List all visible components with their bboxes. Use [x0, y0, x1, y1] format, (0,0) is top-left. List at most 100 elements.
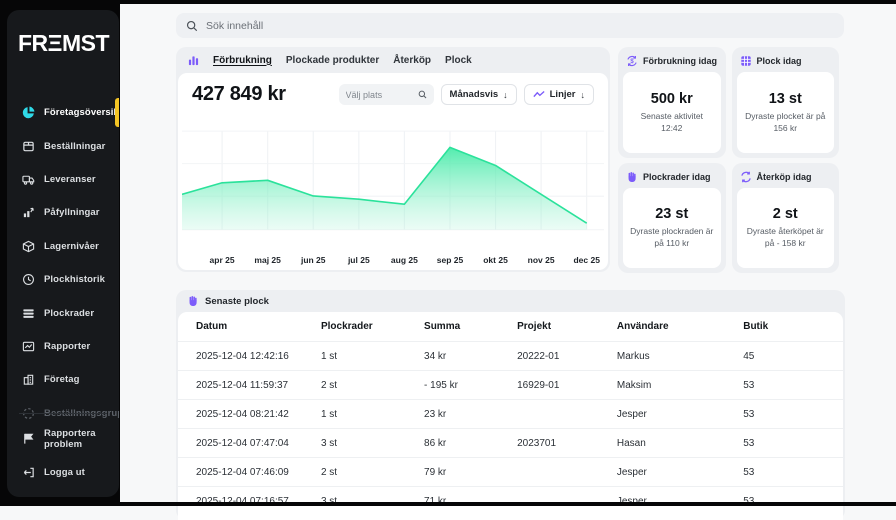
sidebar-item-pafyllningar[interactable]: Påfyllningar	[7, 196, 119, 229]
sidebar-item-rapporter[interactable]: Rapporter	[7, 330, 119, 363]
table-row[interactable]: 2025-12-04 08:21:42 1 st 23 kr Jesper 53	[178, 400, 843, 429]
cube-icon	[22, 240, 35, 253]
tab-plock[interactable]: Plock	[445, 55, 472, 66]
active-indicator	[115, 98, 119, 127]
period-dropdown[interactable]: Månadsvis ↓	[441, 84, 517, 105]
sidebar-item-label: Beställningar	[44, 141, 105, 152]
col-header-summa: Summa	[424, 312, 517, 342]
sidebar-divider	[19, 413, 107, 414]
sidebar-item-label: Plockrader	[44, 308, 94, 319]
cell-plockrader: 1 st	[321, 342, 424, 371]
refill-chart-icon	[22, 206, 35, 219]
col-header-datum: Datum	[178, 312, 321, 342]
logout-icon	[22, 466, 35, 479]
sidebar-item-label: Leveranser	[44, 174, 96, 185]
table-row[interactable]: 2025-12-04 11:59:37 2 st - 195 kr 16929-…	[178, 371, 843, 400]
sidebar-item-foretag[interactable]: Företag	[7, 363, 119, 396]
cell-plockrader: 2 st	[321, 371, 424, 400]
table-row[interactable]: 2025-12-04 12:42:16 1 st 34 kr 20222-01 …	[178, 342, 843, 371]
sidebar-item-label: Lagernivåer	[44, 241, 99, 252]
table-row[interactable]: 2025-12-04 07:46:09 2 st 79 kr Jesper 53	[178, 458, 843, 487]
refresh-icon	[740, 171, 752, 183]
stat-card-aterkop-idag: Återköp idag 2 st Dyraste återköpet är p…	[732, 163, 840, 273]
stat-card-body: 500 kr Senaste aktivitet 12:42	[623, 72, 721, 153]
col-header-projekt: Projekt	[517, 312, 617, 342]
currency-cycle-icon: $	[626, 55, 638, 67]
stat-value: 13 st	[769, 91, 802, 107]
stat-card-body: 13 st Dyraste plocket är på 156 kr	[737, 72, 835, 153]
chevron-down-icon: ↓	[503, 90, 508, 100]
cell-projekt: 16929-01	[517, 371, 617, 400]
tab-aterkop[interactable]: Återköp	[393, 55, 431, 66]
sidebar-item-rapportera-problem[interactable]: Rapportera problem	[7, 422, 119, 455]
cell-butik: 45	[743, 342, 843, 371]
table-row[interactable]: 2025-12-04 07:47:04 3 st 86 kr 2023701 H…	[178, 429, 843, 458]
cell-projekt	[517, 458, 617, 487]
cell-butik: 53	[743, 429, 843, 458]
report-chart-icon	[22, 340, 35, 353]
sidebar-item-foretagsoversikt[interactable]: Företagsöversikt	[7, 96, 119, 129]
cell-plockrader: 3 st	[321, 487, 424, 516]
tab-plockade-produkter[interactable]: Plockade produkter	[286, 55, 379, 66]
plats-input[interactable]	[346, 90, 414, 100]
sidebar-item-lagernivaer[interactable]: Lagernivåer	[7, 230, 119, 263]
building-icon	[22, 373, 35, 386]
sidebar-item-label: Rapporter	[44, 341, 90, 352]
x-axis-label: apr 25	[210, 255, 235, 265]
plats-filter	[339, 84, 434, 105]
sidebar-item-leveranser[interactable]: Leveranser	[7, 163, 119, 196]
cell-anvandare: Jesper	[617, 458, 743, 487]
sidebar-item-logga-ut[interactable]: Logga ut	[7, 456, 119, 489]
svg-text:$: $	[630, 59, 634, 65]
line-chart-icon	[533, 90, 545, 99]
stat-card-title: Plockrader idag	[643, 172, 711, 182]
cell-projekt: 20222-01	[517, 342, 617, 371]
stat-subtitle: Senaste aktivitet 12:42	[630, 111, 714, 135]
x-axis-label: dec 25	[573, 255, 599, 265]
order-box-icon	[22, 140, 35, 153]
consumption-area-chart	[182, 125, 604, 245]
sidebar-item-bestallningar[interactable]: Beställningar	[7, 129, 119, 162]
area-chart-svg	[182, 125, 604, 245]
history-clock-icon	[22, 273, 35, 286]
period-dropdown-label: Månadsvis	[450, 89, 499, 100]
chart-tabs: Förbrukning Plockade produkter Återköp P…	[176, 47, 610, 73]
sidebar-item-plockhistorik[interactable]: Plockhistorik	[7, 263, 119, 296]
x-axis-label: nov 25	[528, 255, 555, 265]
cell-anvandare: Hasan	[617, 429, 743, 458]
sidebar-item-label: Påfyllningar	[44, 207, 100, 218]
sidebar-item-label: Plockhistorik	[44, 274, 105, 285]
cell-summa: 34 kr	[424, 342, 517, 371]
col-header-butik: Butik	[743, 312, 843, 342]
col-header-plockrader: Plockrader	[321, 312, 424, 342]
style-dropdown[interactable]: Linjer ↓	[524, 84, 594, 105]
stat-value: 23 st	[655, 206, 688, 222]
senaste-plock-section: Senaste plock Datum Plockrader Summa Pro…	[176, 290, 845, 520]
cell-datum: 2025-12-04 07:46:09	[178, 458, 321, 487]
stat-subtitle: Dyraste plockraden är på 110 kr	[630, 226, 714, 250]
stat-card-body: 23 st Dyraste plockraden är på 110 kr	[623, 188, 721, 268]
cell-plockrader: 1 st	[321, 400, 424, 429]
hand-icon	[626, 171, 638, 183]
stat-card-body: 2 st Dyraste återköpet är på - 158 kr	[737, 188, 835, 268]
sidebar-item-plockrader[interactable]: Plockrader	[7, 296, 119, 329]
cell-datum: 2025-12-04 12:42:16	[178, 342, 321, 371]
tab-forbrukning[interactable]: Förbrukning	[213, 55, 272, 66]
sidebar-panel: FRΞMST Företagsöversikt Beställningar L	[7, 10, 119, 497]
search-input[interactable]	[206, 20, 834, 32]
cell-summa: 71 kr	[424, 487, 517, 516]
sidebar-item-label: Företagsöversikt	[44, 107, 119, 118]
cell-anvandare: Markus	[617, 342, 743, 371]
table-header-row: Datum Plockrader Summa Projekt Användare…	[178, 312, 843, 342]
app-logo: FRΞMST	[7, 10, 119, 57]
cell-projekt	[517, 400, 617, 429]
table-title: Senaste plock	[205, 296, 269, 307]
stat-value: 2 st	[773, 206, 798, 222]
sidebar-item-label: Rapportera problem	[44, 428, 119, 450]
table-row[interactable]: 2025-12-04 07:16:57 3 st 71 kr Jesper 53	[178, 487, 843, 516]
search-icon	[186, 20, 198, 32]
total-value: 427 849 kr	[192, 83, 286, 106]
stat-card-plock-idag: Plock idag 13 st Dyraste plocket är på 1…	[732, 47, 840, 158]
stat-subtitle: Dyraste återköpet är på - 158 kr	[744, 226, 828, 250]
stat-card-title: Återköp idag	[757, 172, 812, 182]
